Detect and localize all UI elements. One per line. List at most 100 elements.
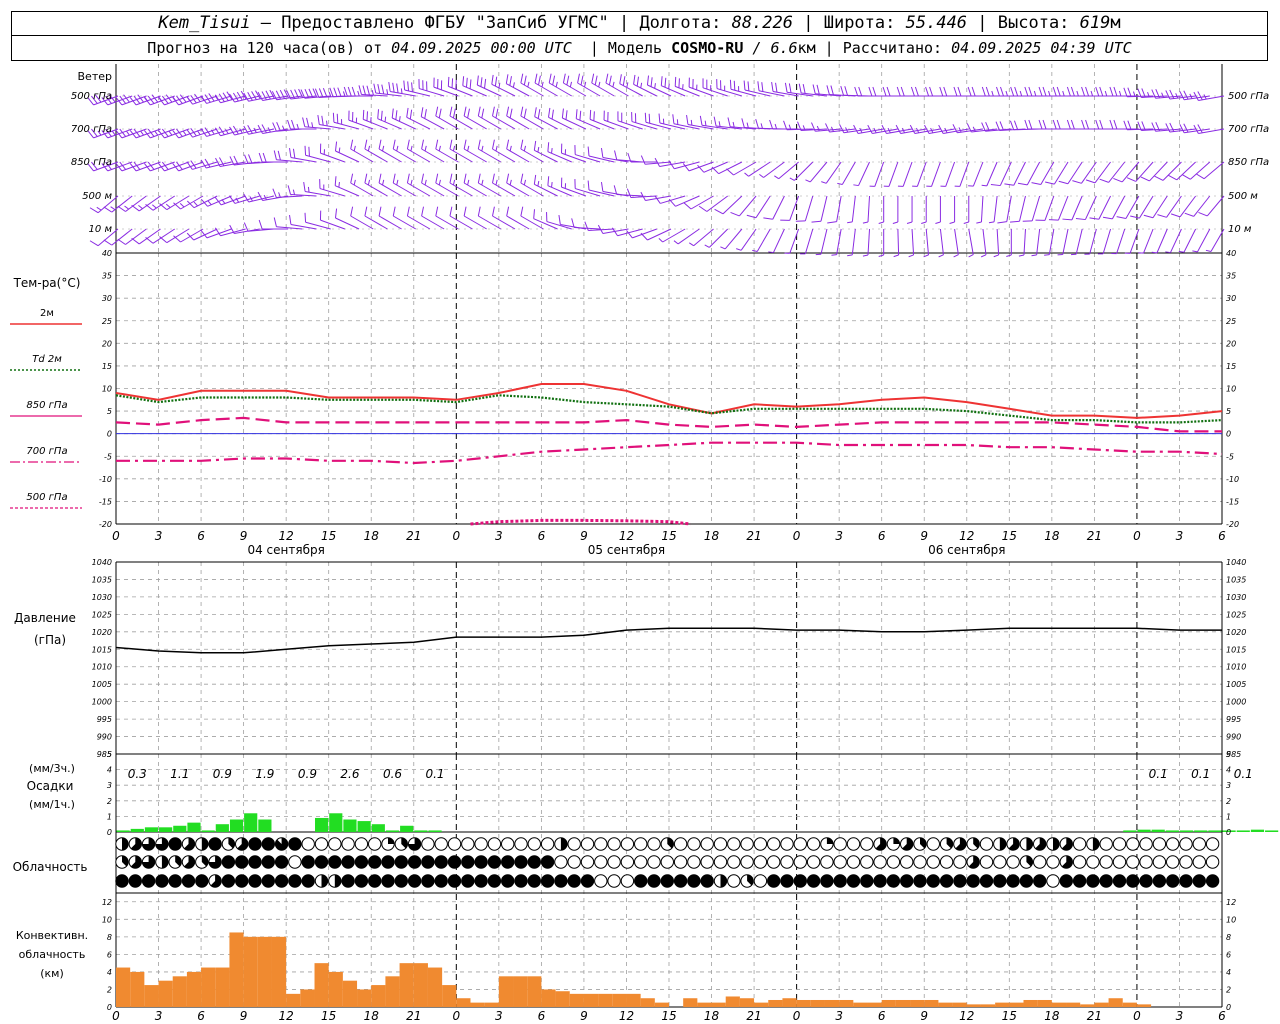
cloud-circle (873, 855, 887, 869)
barb-feather (236, 91, 243, 101)
barb-feather (364, 206, 368, 217)
barb-feather (1009, 220, 1020, 223)
hour-tick-label: 0 (1133, 1009, 1141, 1023)
hour-tick-label: 0 (112, 529, 120, 543)
barb-feather (492, 139, 495, 150)
precip-bar (1250, 829, 1265, 832)
cloud-cover-symbol (1019, 855, 1034, 869)
barb-feather (366, 85, 370, 96)
conv-cloud-bar (1009, 1002, 1024, 1007)
barb-feather (495, 108, 499, 119)
barb-feather (1154, 175, 1164, 181)
barb-half-feather (537, 146, 540, 153)
cloud-fill-full (195, 874, 208, 888)
conv-title-2: облачность (19, 948, 86, 961)
cloud-cover-symbol (620, 874, 635, 888)
barb-shaft (520, 215, 544, 230)
date-label: 04 сентября (247, 543, 324, 557)
cloud-cover-symbol (1046, 837, 1060, 851)
cloud-fill-full (169, 874, 182, 888)
barb-feather (600, 182, 604, 192)
conv-cloud-bar (1122, 1002, 1137, 1007)
barb-feather (622, 76, 626, 86)
barb-shaft (999, 161, 1012, 186)
cloud-fill-full (1060, 874, 1073, 888)
conv-cloud-bar (754, 1002, 769, 1007)
barb-feather (232, 92, 239, 102)
conv-cloud-bar (853, 1002, 868, 1007)
barb-half-feather (353, 179, 356, 186)
barb-feather (306, 117, 310, 128)
cloud-cover-symbol (314, 837, 329, 851)
cloud-title: Облачность (13, 860, 88, 874)
cloud-circle (461, 837, 475, 851)
cloud-fill-full (288, 874, 302, 888)
barb-feather (491, 74, 494, 85)
barb-shaft (1206, 195, 1225, 217)
barb-feather (565, 110, 568, 120)
cloud-fill-full (275, 874, 288, 888)
barb-feather (117, 238, 126, 245)
cloud-circle (860, 855, 874, 869)
cloud-fill-full (341, 874, 355, 888)
cloud-circle (1112, 855, 1127, 869)
barb-feather (1099, 86, 1104, 97)
cloud-fill-full (1139, 874, 1153, 888)
wind-barb (1058, 161, 1083, 185)
barb-feather (953, 86, 958, 97)
y-tick-label: 1030 (1226, 593, 1246, 602)
wind-barb (1192, 228, 1211, 253)
barb-feather (366, 111, 368, 121)
wind-barb (878, 229, 885, 257)
wind-barb (673, 228, 700, 245)
conv-cloud-bar (215, 967, 230, 1007)
cloud-fill-full (927, 874, 940, 888)
barb-shaft (492, 215, 516, 230)
barb-feather (333, 87, 338, 97)
wind-barb (186, 195, 218, 209)
barb-half-feather (541, 81, 544, 88)
barb-feather (548, 73, 552, 84)
y-tick-label: 1025 (1226, 610, 1246, 619)
barb-feather (381, 84, 385, 95)
cloud-cover-symbol (554, 855, 568, 869)
barb-feather (730, 211, 740, 217)
precip-3h-total: 0.6 (383, 767, 402, 781)
wind-barb (1085, 161, 1111, 184)
wind-barb (1031, 228, 1041, 257)
cloud-cover-symbol (833, 837, 847, 851)
wind-barb (759, 161, 785, 178)
barb-half-feather (1019, 90, 1023, 97)
cloud-circle (740, 855, 754, 869)
barb-feather (350, 206, 354, 217)
barb-feather (579, 110, 582, 121)
cloud-circle (1046, 874, 1060, 888)
cloud-fill-sector (560, 837, 568, 851)
barb-half-feather (654, 83, 656, 89)
cloud-cover-symbol (341, 855, 355, 869)
cloud-circle (540, 837, 555, 851)
precip-bar (244, 813, 258, 832)
cloud-cover-symbol (208, 874, 222, 888)
y-tick-label: 995 (97, 715, 112, 724)
barb-feather (303, 182, 306, 192)
cloud-cover-symbol (1139, 855, 1153, 869)
barb-feather (763, 217, 773, 220)
y-tick-label: -10 (1226, 475, 1239, 484)
cloud-cover-symbol (1112, 874, 1127, 888)
barb-feather (658, 113, 661, 124)
cloud-cover-symbol (939, 855, 954, 869)
cloud-circle (341, 837, 355, 851)
cloud-fill-full (820, 874, 834, 888)
cloud-fill-full (222, 874, 235, 888)
barb-feather (322, 88, 328, 98)
cloud-fill-full (1100, 874, 1113, 888)
barb-feather (409, 109, 413, 120)
hour-tick-label: 12 (959, 529, 974, 543)
cloud-cover-symbol (567, 855, 581, 869)
hour-tick-label: 3 (835, 529, 843, 543)
cloud-cover-symbol (1205, 855, 1220, 869)
barb-feather (1183, 123, 1189, 133)
barb-feather (1085, 86, 1090, 97)
wind-barb (1165, 228, 1182, 254)
